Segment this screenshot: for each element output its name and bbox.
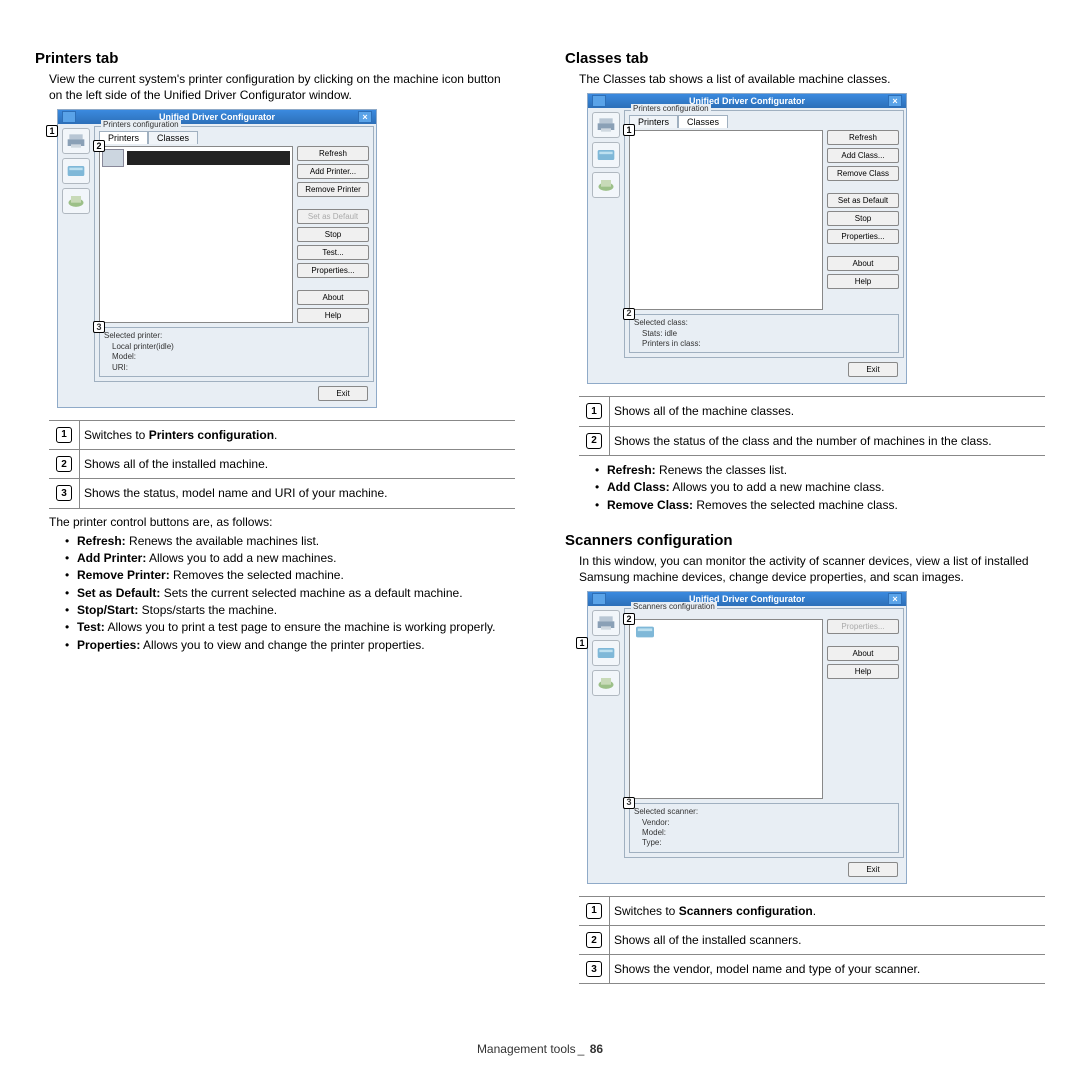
about-button[interactable]: About [827,256,899,271]
properties-button[interactable]: Properties... [827,229,899,244]
exit-button[interactable]: Exit [848,362,898,377]
ref-num-2: 2 [586,433,602,449]
classes-bullets: Refresh: Renews the classes list. Add Cl… [595,462,1045,514]
printer-list[interactable]: 2 [99,146,293,323]
printers-heading: Printers tab [35,50,515,67]
close-icon[interactable]: × [358,111,372,123]
about-button[interactable]: About [827,646,899,661]
ref-num-2: 2 [56,456,72,472]
port-icon[interactable] [592,670,620,696]
printers-window: Unified Driver Configurator × 1 [57,109,377,408]
printers-intro: View the current system's printer config… [49,71,515,103]
fieldset-label: Printers configuration [631,104,711,113]
ref-num-2: 2 [586,932,602,948]
help-button[interactable]: Help [297,308,369,323]
page-footer: Management tools_ 86 [0,1042,1080,1056]
printers-bullets: Refresh: Renews the available machines l… [65,533,515,655]
close-icon[interactable]: × [888,593,902,605]
ref-num-1: 1 [586,903,602,919]
printers-bullets-intro: The printer control buttons are, as foll… [49,515,515,529]
close-icon[interactable]: × [888,95,902,107]
tab-printers[interactable]: Printers [99,131,148,144]
printer-icon[interactable] [592,610,620,636]
scanner-icon[interactable] [592,142,620,168]
scanner-list[interactable]: 2 [629,619,823,799]
scanners-intro: In this window, you can monitor the acti… [579,553,1045,585]
status-box: 3 Selected scanner: Vendor: Model: Type: [629,803,899,853]
printers-reference-table: 1 Switches to Printers configuration. 2 … [49,420,515,509]
ref-desc-1: Shows all of the machine classes. [609,397,1045,425]
tab-classes[interactable]: Classes [678,115,728,128]
add-printer-button[interactable]: Add Printer... [297,164,369,179]
stop-button[interactable]: Stop [297,227,369,242]
classes-reference-table: 1 Shows all of the machine classes. 2 Sh… [579,396,1045,455]
status-box: 2 Selected class: Stats: idle Printers i… [629,314,899,353]
printer-icon[interactable]: 1 [62,128,90,154]
port-icon[interactable] [592,172,620,198]
properties-button[interactable]: Properties... [827,619,899,634]
scanners-heading: Scanners configuration [565,532,1045,549]
scanner-icon[interactable]: 1 [592,640,620,666]
properties-button[interactable]: Properties... [297,263,369,278]
help-button[interactable]: Help [827,274,899,289]
fieldset-label: Printers configuration [101,120,181,129]
class-list[interactable]: 1 [629,130,823,310]
scanners-reference-table: 1 Switches to Scanners configuration. 2 … [579,896,1045,985]
status-box: 3 Selected printer: Local printer(idle) … [99,327,369,377]
ref-desc-2: Shows the status of the class and the nu… [609,427,1045,455]
add-class-button[interactable]: Add Class... [827,148,899,163]
ref-desc-2: Shows all of the installed machine. [79,450,515,478]
remove-class-button[interactable]: Remove Class [827,166,899,181]
port-icon[interactable] [62,188,90,214]
fieldset-label: Scanners configuration [631,602,717,611]
classes-intro: The Classes tab shows a list of availabl… [579,71,1045,87]
tab-classes[interactable]: Classes [148,131,198,144]
ref-num-3: 3 [56,485,72,501]
scanner-icon[interactable] [62,158,90,184]
ref-desc-1: Switches to Scanners configuration. [609,897,1045,925]
set-default-button[interactable]: Set as Default [297,209,369,224]
exit-button[interactable]: Exit [318,386,368,401]
remove-printer-button[interactable]: Remove Printer [297,182,369,197]
stop-button[interactable]: Stop [827,211,899,226]
scanners-window: Unified Driver Configurator × 1 [587,591,907,884]
classes-heading: Classes tab [565,50,1045,67]
tab-printers[interactable]: Printers [629,115,678,128]
set-default-button[interactable]: Set as Default [827,193,899,208]
exit-button[interactable]: Exit [848,862,898,877]
ref-desc-3: Shows the status, model name and URI of … [79,479,515,507]
ref-desc-2: Shows all of the installed scanners. [609,926,1045,954]
ref-num-1: 1 [56,427,72,443]
ref-desc-1: Switches to Printers configuration. [79,421,515,449]
ref-num-1: 1 [586,403,602,419]
ref-num-3: 3 [586,961,602,977]
about-button[interactable]: About [297,290,369,305]
ref-desc-3: Shows the vendor, model name and type of… [609,955,1045,983]
refresh-button[interactable]: Refresh [297,146,369,161]
classes-window: Unified Driver Configurator × [587,93,907,384]
printer-icon[interactable] [592,112,620,138]
refresh-button[interactable]: Refresh [827,130,899,145]
help-button[interactable]: Help [827,664,899,679]
test-button[interactable]: Test... [297,245,369,260]
